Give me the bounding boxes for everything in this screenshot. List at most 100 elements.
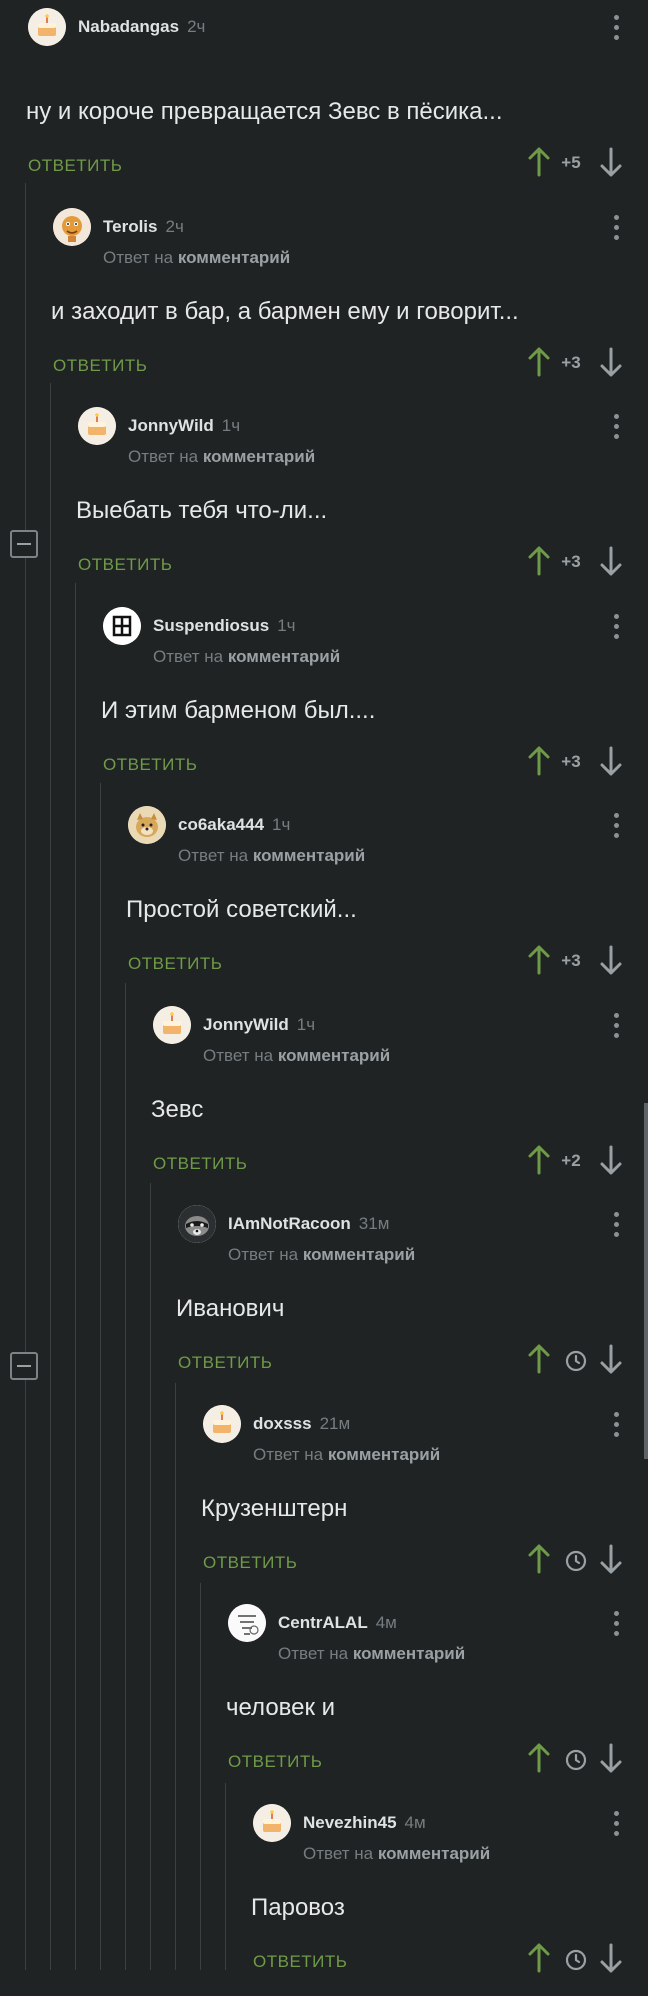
reply-to-label: Ответ на комментарий xyxy=(153,647,341,666)
cake-avatar-icon[interactable] xyxy=(253,1804,291,1842)
comment-text: человек и xyxy=(226,1694,336,1721)
upvote-arrow-icon[interactable] xyxy=(526,146,552,178)
upvote-arrow-icon[interactable] xyxy=(526,1144,552,1176)
more-options-icon[interactable] xyxy=(612,1808,620,1838)
reply-to-label: Ответ на комментарий xyxy=(128,447,316,466)
more-options-icon[interactable] xyxy=(612,411,620,441)
upvote-arrow-icon[interactable] xyxy=(526,545,552,577)
more-options-icon[interactable] xyxy=(612,1409,620,1439)
more-options-icon[interactable] xyxy=(612,12,620,42)
reply-button[interactable]: ОТВЕТИТЬ xyxy=(203,1553,297,1573)
more-options-icon[interactable] xyxy=(612,810,620,840)
reply-button[interactable]: ОТВЕТИТЬ xyxy=(78,555,172,575)
comment-score: +5 xyxy=(561,153,581,172)
comment-author[interactable]: IAmNotRacoon 31м xyxy=(228,1214,389,1234)
comment-author[interactable]: Nabadangas 2ч xyxy=(78,17,205,37)
comment-author[interactable]: doxsss 21м xyxy=(253,1414,350,1434)
upvote-arrow-icon[interactable] xyxy=(526,745,552,777)
upvote-arrow-icon[interactable] xyxy=(526,1742,552,1774)
reply-to-link[interactable]: комментарий xyxy=(253,846,365,865)
scrollbar[interactable] xyxy=(644,1103,648,1459)
clock-icon xyxy=(564,1549,588,1573)
comment-time: 1ч xyxy=(296,1015,316,1034)
logo-avatar-icon[interactable] xyxy=(103,607,141,645)
reply-to-label: Ответ на комментарий xyxy=(178,846,366,865)
cake-avatar-icon[interactable] xyxy=(203,1405,241,1443)
reply-to-label: Ответ на комментарий xyxy=(303,1844,491,1863)
reply-to-link[interactable]: комментарий xyxy=(353,1644,465,1663)
raccoon-avatar-icon[interactable] xyxy=(178,1205,216,1243)
doge-avatar-icon[interactable] xyxy=(128,806,166,844)
reply-button[interactable]: ОТВЕТИТЬ xyxy=(53,356,147,376)
more-options-icon[interactable] xyxy=(612,212,620,242)
reply-to-link[interactable]: комментарий xyxy=(378,1844,490,1863)
reply-to-link[interactable]: комментарий xyxy=(303,1245,415,1264)
reply-button[interactable]: ОТВЕТИТЬ xyxy=(128,954,222,974)
comment-author[interactable]: со6aka444 1ч xyxy=(178,815,290,835)
comment-author[interactable]: JonnyWild 1ч xyxy=(203,1015,315,1035)
reply-to-link[interactable]: комментарий xyxy=(328,1445,440,1464)
comment: Terolis 2ч Ответ на комментарий и заходит в… xyxy=(0,200,648,400)
downvote-arrow-icon[interactable] xyxy=(598,745,624,777)
downvote-arrow-icon[interactable] xyxy=(598,1942,624,1974)
reply-button[interactable]: ОТВЕТИТЬ xyxy=(253,1952,347,1972)
comment-text: Иванович xyxy=(176,1295,285,1322)
downvote-arrow-icon[interactable] xyxy=(598,1343,624,1375)
comment-text: Паровоз xyxy=(251,1894,345,1921)
reply-to-link[interactable]: комментарий xyxy=(278,1046,390,1065)
downvote-arrow-icon[interactable] xyxy=(598,346,624,378)
reply-to-link[interactable]: комментарий xyxy=(178,248,290,267)
downvote-arrow-icon[interactable] xyxy=(598,944,624,976)
downvote-arrow-icon[interactable] xyxy=(598,1144,624,1176)
cake-avatar-icon[interactable] xyxy=(78,407,116,445)
comment-time: 1ч xyxy=(221,416,241,435)
cake-avatar-icon[interactable] xyxy=(153,1006,191,1044)
comment-text: и заходит в бар, а бармен ему и говорит.… xyxy=(51,298,519,325)
comment-text: Крузенштерн xyxy=(201,1495,348,1522)
cake-avatar-icon[interactable] xyxy=(28,8,66,46)
comment: со6aka444 1ч Ответ на комментарий Простой с… xyxy=(0,798,648,998)
comment-score: +2 xyxy=(561,1151,581,1170)
comment-score: +3 xyxy=(561,752,581,771)
comment-author[interactable]: CentrALAL 4м xyxy=(278,1613,397,1633)
more-options-icon[interactable] xyxy=(612,1608,620,1638)
comment-author[interactable]: Terolis 2ч xyxy=(103,217,184,237)
more-options-icon[interactable] xyxy=(612,1010,620,1040)
comment: CentrALAL 4м Ответ на комментарий человек и… xyxy=(0,1596,648,1796)
reply-button[interactable]: ОТВЕТИТЬ xyxy=(153,1154,247,1174)
reply-to-link[interactable]: комментарий xyxy=(228,647,340,666)
upvote-arrow-icon[interactable] xyxy=(526,346,552,378)
reply-to-label: Ответ на комментарий xyxy=(103,248,291,267)
comment-author[interactable]: Nevezhin45 4м xyxy=(303,1813,426,1833)
upvote-arrow-icon[interactable] xyxy=(526,1343,552,1375)
downvote-arrow-icon[interactable] xyxy=(598,1543,624,1575)
comment-score: +3 xyxy=(561,951,581,970)
sketch-avatar-icon[interactable] xyxy=(228,1604,266,1642)
comment: Nabadangas 2ч ну и короче превращается Зев… xyxy=(0,0,648,200)
comment-time: 31м xyxy=(358,1214,390,1233)
downvote-arrow-icon[interactable] xyxy=(598,545,624,577)
upvote-arrow-icon[interactable] xyxy=(526,1942,552,1974)
reply-to-label: Ответ на комментарий xyxy=(253,1445,441,1464)
reply-to-link[interactable]: комментарий xyxy=(203,447,315,466)
comment-time: 21м xyxy=(319,1414,351,1433)
reply-button[interactable]: ОТВЕТИТЬ xyxy=(178,1353,272,1373)
cartoon-avatar-icon[interactable] xyxy=(53,208,91,246)
comment-author[interactable]: JonnyWild 1ч xyxy=(128,416,240,436)
reply-button[interactable]: ОТВЕТИТЬ xyxy=(28,156,122,176)
comment-time: 1ч xyxy=(272,815,291,834)
comment: JonnyWild 1ч Ответ на комментарий Зевс ОТВЕТ… xyxy=(0,998,648,1198)
reply-button[interactable]: ОТВЕТИТЬ xyxy=(103,755,197,775)
reply-button[interactable]: ОТВЕТИТЬ xyxy=(228,1752,322,1772)
comment: IAmNotRacoon 31м Ответ на комментарий Ивано… xyxy=(0,1197,648,1397)
downvote-arrow-icon[interactable] xyxy=(598,1742,624,1774)
comment: JonnyWild 1ч Ответ на комментарий Выебать т… xyxy=(0,399,648,599)
downvote-arrow-icon[interactable] xyxy=(598,146,624,178)
upvote-arrow-icon[interactable] xyxy=(526,1543,552,1575)
more-options-icon[interactable] xyxy=(612,611,620,641)
more-options-icon[interactable] xyxy=(612,1209,620,1239)
comment-author[interactable]: Suspendiosus 1ч xyxy=(153,616,296,636)
upvote-arrow-icon[interactable] xyxy=(526,944,552,976)
comment-text: Выебать тебя что-ли... xyxy=(76,497,328,524)
comment-time: 4м xyxy=(404,1813,426,1832)
